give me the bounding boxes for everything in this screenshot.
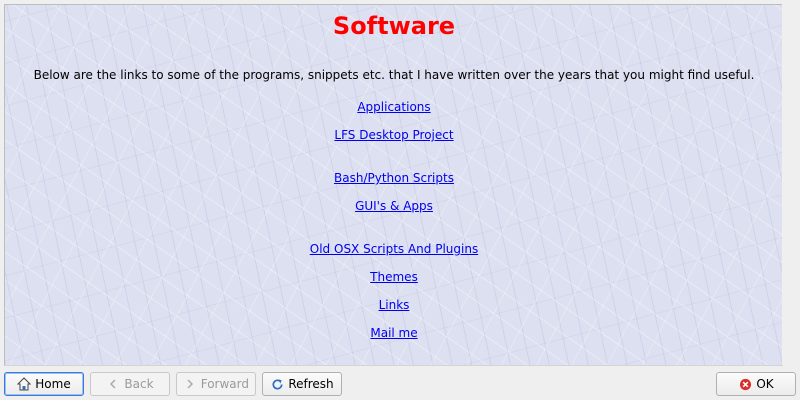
link-guis-apps[interactable]: GUI's & Apps [355, 199, 433, 213]
link-item: GUI's & Apps [5, 198, 783, 214]
refresh-button-label: Refresh [288, 377, 334, 391]
content-view[interactable]: Software Below are the links to some of … [4, 4, 783, 366]
close-circle-icon [738, 377, 752, 391]
link-item: LFS Desktop Project [5, 127, 783, 143]
home-icon [17, 377, 32, 391]
forward-button[interactable]: Forward [176, 372, 256, 396]
link-item: Themes [5, 269, 783, 285]
link-item: Bash/Python Scripts [5, 170, 783, 186]
link-old-osx-scripts[interactable]: Old OSX Scripts And Plugins [310, 242, 478, 256]
link-item: Applications [5, 99, 783, 115]
link-links[interactable]: Links [379, 298, 410, 312]
help-browser-window: Software Below are the links to some of … [0, 0, 800, 400]
link-item: Old OSX Scripts And Plugins [5, 241, 783, 257]
link-item: Links [5, 297, 783, 313]
home-button-label: Home [35, 377, 71, 391]
intro-text: Below are the links to some of the progr… [33, 68, 755, 82]
ok-button[interactable]: OK [716, 372, 796, 396]
back-button-label: Back [124, 377, 154, 391]
link-bash-python-scripts[interactable]: Bash/Python Scripts [334, 171, 454, 185]
link-lfs-desktop-project[interactable]: LFS Desktop Project [334, 128, 453, 142]
home-button[interactable]: Home [4, 372, 84, 396]
arrow-right-icon [183, 377, 197, 391]
refresh-icon [270, 377, 284, 391]
arrow-left-icon [106, 377, 120, 391]
forward-button-label: Forward [200, 377, 249, 391]
vertical-scrollbar[interactable] [782, 4, 796, 365]
ok-button-label: OK [756, 377, 774, 391]
link-themes[interactable]: Themes [370, 270, 418, 284]
back-button[interactable]: Back [90, 372, 170, 396]
link-item: Mail me [5, 325, 783, 341]
page-title: Software [332, 12, 456, 40]
link-applications[interactable]: Applications [357, 100, 430, 114]
link-mail-me[interactable]: Mail me [370, 326, 417, 340]
refresh-button[interactable]: Refresh [262, 372, 342, 396]
